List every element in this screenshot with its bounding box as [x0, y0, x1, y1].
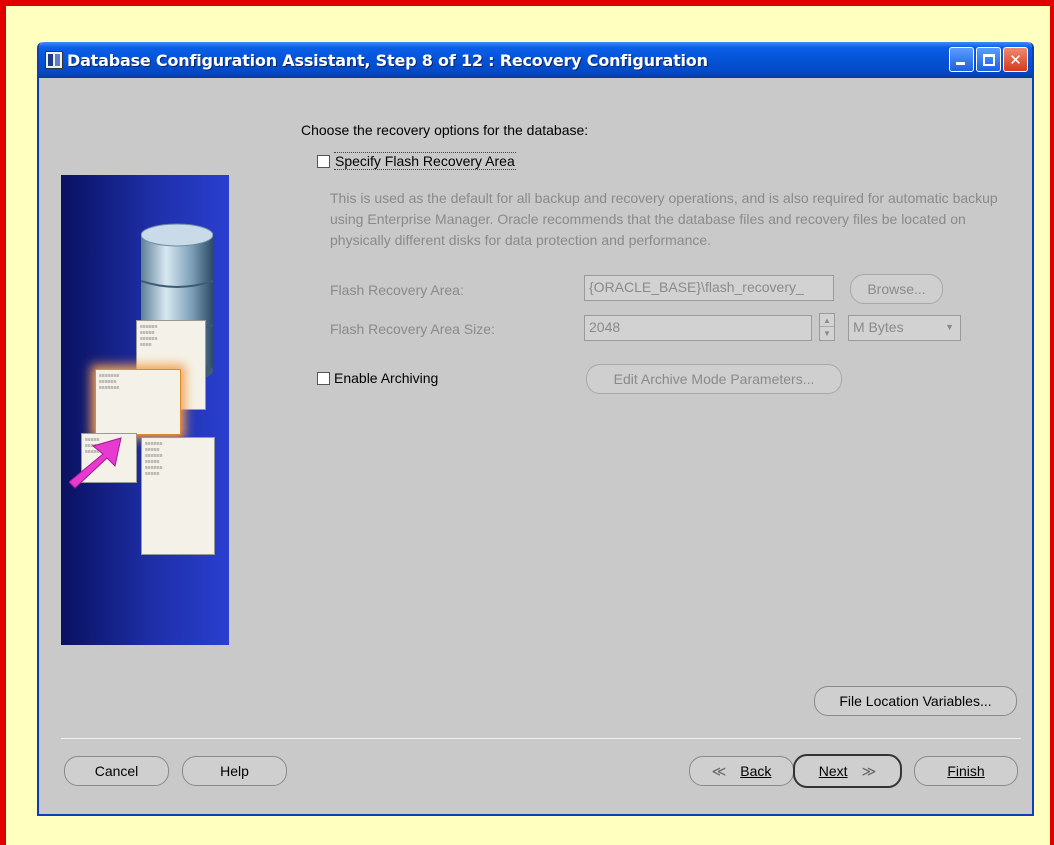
footer-separator: [61, 738, 1021, 739]
maximize-button[interactable]: [976, 47, 1001, 72]
flash-recovery-area-field[interactable]: {ORACLE_BASE}\flash_recovery_: [584, 275, 834, 301]
size-unit-select[interactable]: M Bytes ▼: [848, 315, 961, 341]
arrow-icon: [69, 437, 122, 489]
chevron-down-icon: ▼: [945, 322, 954, 332]
window-controls: ✕: [949, 47, 1028, 72]
window-title: Database Configuration Assistant, Step 8…: [67, 50, 708, 70]
file-location-variables-button[interactable]: File Location Variables...: [814, 686, 1017, 716]
minimize-icon: [956, 62, 965, 65]
size-spinner[interactable]: ▲ ▼: [819, 313, 835, 341]
finish-label: Finish: [947, 763, 985, 779]
flash-recovery-label[interactable]: Specify Flash Recovery Area: [334, 152, 516, 170]
close-button[interactable]: ✕: [1003, 47, 1028, 72]
flash-recovery-checkbox[interactable]: [317, 154, 330, 168]
help-button[interactable]: Help: [182, 756, 287, 786]
close-icon: ✕: [1009, 51, 1022, 69]
chevron-left-icon: ≪: [711, 762, 727, 779]
back-button[interactable]: ≪ Back: [689, 756, 794, 786]
flash-recovery-area-label: Flash Recovery Area:: [330, 282, 464, 298]
archiving-checkbox[interactable]: [317, 371, 330, 385]
minimize-button[interactable]: [949, 47, 974, 72]
document-icon: ≡≡≡≡≡≡ ≡≡≡≡≡ ≡≡≡≡≡≡ ≡≡≡≡≡ ≡≡≡≡≡≡ ≡≡≡≡≡: [141, 437, 215, 555]
finish-button[interactable]: Finish: [914, 756, 1018, 786]
app-icon: [45, 51, 63, 69]
wizard-illustration: ≡≡≡≡≡≡ ≡≡≡≡≡ ≡≡≡≡≡≡ ≡≡≡≡ ≡≡≡≡≡≡≡ ≡≡≡≡≡≡ ≡≡≡≡≡…: [61, 175, 229, 645]
document-icon: ≡≡≡≡≡≡≡ ≡≡≡≡≡≡ ≡≡≡≡≡≡≡: [95, 369, 181, 435]
flash-recovery-option[interactable]: Specify Flash Recovery Area: [317, 152, 516, 170]
cancel-button[interactable]: Cancel: [64, 756, 169, 786]
edit-archive-params-button[interactable]: Edit Archive Mode Parameters...: [586, 364, 842, 394]
flash-recovery-size-field[interactable]: 2048: [584, 315, 812, 341]
spinner-up-icon[interactable]: ▲: [820, 314, 834, 327]
flash-recovery-size-label: Flash Recovery Area Size:: [330, 321, 495, 337]
back-label: Back: [740, 763, 772, 779]
next-label: Next: [818, 763, 848, 779]
browse-button[interactable]: Browse...: [850, 274, 943, 304]
title-bar[interactable]: Database Configuration Assistant, Step 8…: [39, 42, 1032, 78]
maximize-icon: [983, 54, 995, 66]
next-button[interactable]: Next ≫: [793, 754, 902, 788]
dbca-window: Database Configuration Assistant, Step 8…: [37, 42, 1034, 816]
archiving-option[interactable]: Enable Archiving: [317, 370, 438, 386]
chevron-right-icon: ≫: [861, 762, 877, 779]
spinner-down-icon[interactable]: ▼: [820, 327, 834, 340]
flash-recovery-description: This is used as the default for all back…: [330, 190, 998, 248]
archiving-label[interactable]: Enable Archiving: [334, 370, 438, 386]
page-prompt: Choose the recovery options for the data…: [301, 122, 589, 138]
help-label: Help: [220, 763, 249, 779]
size-unit-value: M Bytes: [853, 319, 904, 335]
